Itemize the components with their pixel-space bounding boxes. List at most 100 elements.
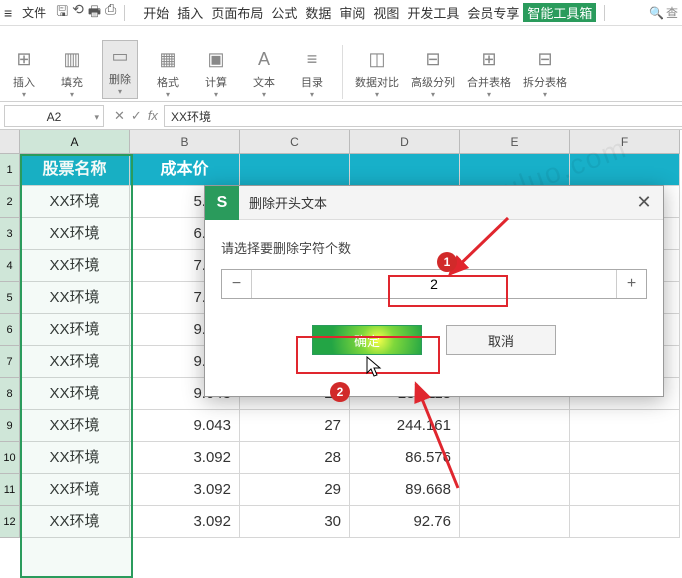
accept-fx-icon[interactable]: ✓ <box>131 108 142 124</box>
cell[interactable]: XX环境 <box>20 186 130 218</box>
cancel-button[interactable]: 取消 <box>446 325 556 355</box>
cell[interactable]: 28 <box>240 442 350 474</box>
row-head[interactable]: 8 <box>0 378 20 410</box>
ribbon-toc[interactable]: ≡目录▾ <box>294 46 330 99</box>
ribbon-format[interactable]: ▦格式▾ <box>150 46 186 99</box>
ribbon-compare[interactable]: ◫数据对比▾ <box>355 46 399 99</box>
cell[interactable] <box>460 442 570 474</box>
select-all-corner[interactable] <box>0 130 20 154</box>
row-head-1[interactable]: 1 <box>0 154 20 186</box>
annotation-badge-1: 1 <box>437 252 457 272</box>
ribbon-split-col[interactable]: ⊟高级分列▾ <box>411 46 455 99</box>
tab-data[interactable]: 数据 <box>301 3 335 22</box>
cell[interactable] <box>570 506 680 538</box>
row-head[interactable]: 9 <box>0 410 20 442</box>
cell[interactable]: XX环境 <box>20 378 130 410</box>
ribbon-calc[interactable]: ▣计算▾ <box>198 46 234 99</box>
cell[interactable]: XX环境 <box>20 506 130 538</box>
tab-view[interactable]: 视图 <box>369 3 403 22</box>
tab-formula[interactable]: 公式 <box>267 3 301 22</box>
char-count-input[interactable] <box>252 270 616 298</box>
cell[interactable]: XX环境 <box>20 314 130 346</box>
decrement-button[interactable]: − <box>222 270 252 298</box>
char-count-stepper: − + <box>221 269 647 299</box>
cancel-fx-icon[interactable]: ✕ <box>114 108 125 124</box>
cell[interactable]: 3.092 <box>130 442 240 474</box>
cell[interactable]: 27 <box>240 410 350 442</box>
ribbon-delete[interactable]: ▭删除▾ <box>102 40 138 99</box>
cell[interactable]: XX环境 <box>20 346 130 378</box>
search-box[interactable]: 🔍 查 <box>649 4 678 21</box>
row-head[interactable]: 6 <box>0 314 20 346</box>
dialog-label: 请选择要删除字符个数 <box>221 238 647 257</box>
quick-access-toolbar: 🖫 ⟲ 🖶 ⎙ <box>56 1 116 25</box>
fx-icon[interactable]: fx <box>148 108 158 124</box>
header-A[interactable]: 股票名称 <box>20 154 130 186</box>
cell[interactable]: 3.092 <box>130 474 240 506</box>
cell[interactable] <box>460 410 570 442</box>
search-icon: 🔍 <box>649 6 664 20</box>
tab-smarttools[interactable]: 智能工具箱 <box>523 3 596 22</box>
cell[interactable] <box>570 474 680 506</box>
row-head[interactable]: 10 <box>0 442 20 474</box>
hamburger-icon[interactable]: ≡ <box>4 5 12 21</box>
ribbon-tabs: 开始 插入 页面布局 公式 数据 审阅 视图 开发工具 会员专享 智能工具箱 <box>139 3 596 22</box>
formula-input[interactable]: XX环境 <box>164 105 682 127</box>
cell[interactable] <box>460 506 570 538</box>
row-head[interactable]: 4 <box>0 250 20 282</box>
cell[interactable] <box>570 442 680 474</box>
cell[interactable] <box>570 410 680 442</box>
cell[interactable]: 89.668 <box>350 474 460 506</box>
cell[interactable]: 86.576 <box>350 442 460 474</box>
row-head[interactable]: 12 <box>0 506 20 538</box>
ribbon-insert[interactable]: ⊞插入▾ <box>6 46 42 99</box>
ok-button[interactable]: 确定 <box>312 325 422 355</box>
row-head[interactable]: 11 <box>0 474 20 506</box>
back-icon[interactable]: ⟲ <box>72 1 84 25</box>
print-icon[interactable]: 🖶 <box>88 1 101 25</box>
tab-layout[interactable]: 页面布局 <box>207 3 267 22</box>
tab-member[interactable]: 会员专享 <box>463 3 523 22</box>
tab-insert[interactable]: 插入 <box>173 3 207 22</box>
row-head[interactable]: 2 <box>0 186 20 218</box>
col-C[interactable]: C <box>240 130 350 154</box>
header-B[interactable]: 成本价 <box>130 154 240 186</box>
preview-icon[interactable]: ⎙ <box>105 1 116 25</box>
ribbon-merge[interactable]: ⊞合并表格▾ <box>467 46 511 99</box>
cell[interactable]: 9.043 <box>130 410 240 442</box>
save-icon[interactable]: 🖫 <box>56 1 68 25</box>
cell[interactable]: XX环境 <box>20 410 130 442</box>
tab-start[interactable]: 开始 <box>139 3 173 22</box>
close-icon[interactable]: ✕ <box>625 192 663 213</box>
cell[interactable]: XX环境 <box>20 218 130 250</box>
col-A[interactable]: A <box>20 130 130 154</box>
dialog-titlebar[interactable]: S 删除开头文本 ✕ <box>205 186 663 220</box>
file-menu[interactable]: 文件 <box>16 4 52 21</box>
tab-review[interactable]: 审阅 <box>335 3 369 22</box>
cell[interactable]: XX环境 <box>20 250 130 282</box>
cell[interactable]: 29 <box>240 474 350 506</box>
cell[interactable]: 3.092 <box>130 506 240 538</box>
row-head[interactable]: 7 <box>0 346 20 378</box>
table-row: 11XX环境3.0922989.668 <box>0 474 682 506</box>
app-logo-icon: S <box>205 186 239 220</box>
ribbon-fill[interactable]: ▥填充▾ <box>54 46 90 99</box>
cell[interactable]: 30 <box>240 506 350 538</box>
increment-button[interactable]: + <box>616 270 646 298</box>
ribbon-split-table[interactable]: ⊟拆分表格▾ <box>523 46 567 99</box>
cell[interactable]: XX环境 <box>20 442 130 474</box>
ribbon-text[interactable]: A文本▾ <box>246 46 282 99</box>
col-D[interactable]: D <box>350 130 460 154</box>
menu-bar: ≡ 文件 🖫 ⟲ 🖶 ⎙ 开始 插入 页面布局 公式 数据 审阅 视图 开发工具… <box>0 0 682 26</box>
cell[interactable]: XX环境 <box>20 282 130 314</box>
row-head[interactable]: 3 <box>0 218 20 250</box>
table-row: 9XX环境9.04327244.161 <box>0 410 682 442</box>
cell[interactable]: XX环境 <box>20 474 130 506</box>
cell[interactable]: 92.76 <box>350 506 460 538</box>
row-head[interactable]: 5 <box>0 282 20 314</box>
cell[interactable]: 244.161 <box>350 410 460 442</box>
tab-dev[interactable]: 开发工具 <box>403 3 463 22</box>
cell[interactable] <box>460 474 570 506</box>
name-box[interactable]: A2 <box>4 105 104 127</box>
col-B[interactable]: B <box>130 130 240 154</box>
